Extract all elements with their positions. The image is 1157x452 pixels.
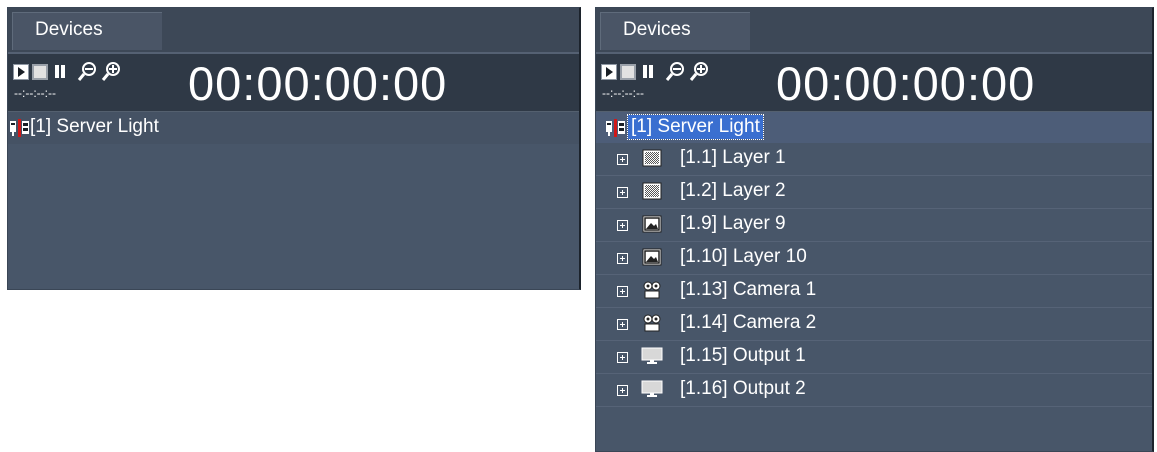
tab-devices[interactable]: Devices [600, 12, 750, 50]
tree-item-label: [1] Server Light [30, 116, 159, 137]
tree-item-label: [1.10] Layer 10 [680, 246, 807, 267]
tree-item-label: [1.9] Layer 9 [680, 213, 786, 234]
layer-pattern-icon [641, 149, 663, 167]
pause-icon[interactable] [52, 64, 68, 80]
device-tree: [1] Server Light [8, 112, 579, 144]
expand-icon[interactable] [617, 220, 628, 231]
server-light-icon [10, 119, 32, 137]
tree-item-label: [1.1] Layer 1 [680, 147, 786, 168]
zoom-out-icon[interactable] [77, 60, 99, 82]
camera-icon [641, 281, 663, 299]
tab-bar: Devices [596, 8, 1152, 54]
tree-item-layer-2[interactable]: [1.2] Layer 2 [596, 176, 1152, 209]
tree-item-label: [1] Server Light [627, 114, 764, 140]
zoom-out-icon[interactable] [665, 60, 687, 82]
device-tree: [1] Server Light [1.1] Layer 1 [1.2] Lay… [596, 112, 1152, 407]
tree-item-label: [1.13] Camera 1 [680, 279, 817, 300]
transport-toolbar: 00:00:00:00 --:--:--:-- [596, 54, 1152, 112]
expand-icon[interactable] [617, 154, 628, 165]
tree-item-camera-1[interactable]: [1.13] Camera 1 [596, 275, 1152, 308]
tree-item-output-2[interactable]: [1.16] Output 2 [596, 374, 1152, 407]
tree-item-label: [1.14] Camera 2 [680, 312, 817, 333]
expand-icon[interactable] [617, 253, 628, 264]
tree-item-layer-9[interactable]: [1.9] Layer 9 [596, 209, 1152, 242]
stop-icon[interactable] [32, 64, 48, 80]
expand-icon[interactable] [617, 319, 628, 330]
play-icon[interactable] [601, 64, 617, 80]
layer-image-icon [641, 215, 663, 233]
expand-icon[interactable] [617, 187, 628, 198]
timecode-display: 00:00:00:00 [188, 57, 448, 110]
tree-item-server[interactable]: [1] Server Light [8, 112, 579, 144]
zoom-in-icon[interactable] [689, 60, 711, 82]
tree-item-layer-10[interactable]: [1.10] Layer 10 [596, 242, 1152, 275]
tab-bar: Devices [8, 8, 579, 54]
server-light-icon [606, 119, 628, 137]
layer-pattern-icon [641, 182, 663, 200]
devices-panel-right: Devices 00:00:00:00 --:--:--:-- [1] Serv… [595, 7, 1154, 452]
camera-icon [641, 314, 663, 332]
layer-image-icon [641, 248, 663, 266]
stop-icon[interactable] [620, 64, 636, 80]
play-icon[interactable] [13, 64, 29, 80]
tree-item-layer-1[interactable]: [1.1] Layer 1 [596, 143, 1152, 176]
tree-item-label: [1.16] Output 2 [680, 378, 806, 399]
pause-icon[interactable] [640, 64, 656, 80]
tree-item-output-1[interactable]: [1.15] Output 1 [596, 341, 1152, 374]
tree-item-label: [1.2] Layer 2 [680, 180, 786, 201]
tree-item-camera-2[interactable]: [1.14] Camera 2 [596, 308, 1152, 341]
monitor-icon [641, 347, 663, 365]
expand-icon[interactable] [617, 352, 628, 363]
transport-toolbar: 00:00:00:00 --:--:--:-- [8, 54, 579, 112]
expand-icon[interactable] [617, 286, 628, 297]
expand-icon[interactable] [617, 385, 628, 396]
tab-devices[interactable]: Devices [12, 12, 162, 50]
devices-panel-left: Devices 00:00:00:00 --:--:--:-- [1] Serv… [7, 7, 581, 290]
sub-timecode: --:--:--:-- [14, 86, 56, 100]
timecode-display: 00:00:00:00 [776, 57, 1036, 110]
zoom-in-icon[interactable] [101, 60, 123, 82]
sub-timecode: --:--:--:-- [602, 86, 644, 100]
monitor-icon [641, 380, 663, 398]
tree-item-label: [1.15] Output 1 [680, 345, 806, 366]
tree-item-server[interactable]: [1] Server Light [596, 112, 1152, 143]
